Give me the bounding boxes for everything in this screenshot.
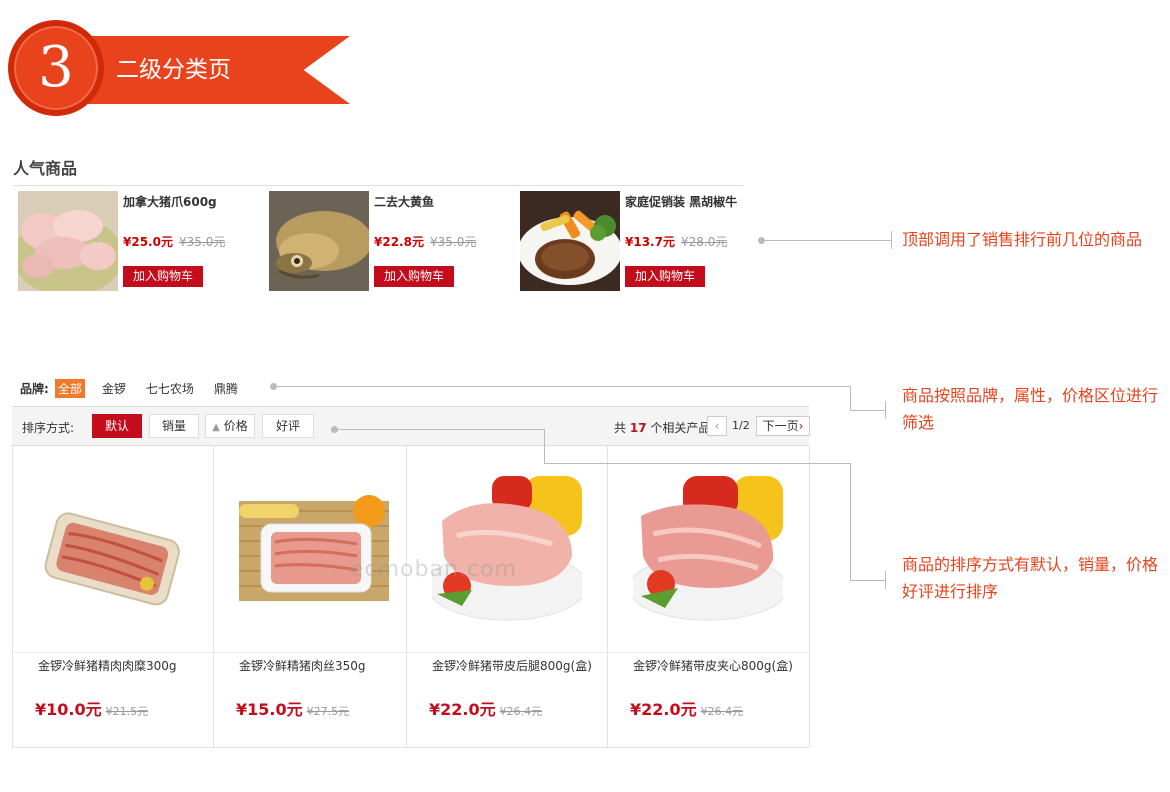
product-image-pepper-steak[interactable] (520, 191, 620, 291)
sort-price-button[interactable]: ▲ 价格 (205, 414, 255, 438)
annotation-dot (270, 383, 277, 390)
product-price: ¥13.7元 ¥28.0元 (625, 233, 727, 250)
price-original: ¥26.4元 (499, 705, 543, 718)
product-image-pig-trotter[interactable] (18, 191, 118, 291)
annotation-line (544, 463, 850, 464)
brand-option-qiqi-farm[interactable]: 七七农场 (143, 379, 197, 398)
product-name[interactable]: 加拿大猪爪600g (123, 193, 217, 210)
arrow-up-icon: ▲ (212, 422, 220, 433)
annotation-line (277, 386, 850, 387)
product-price: ¥22.0元 ¥26.4元 (429, 696, 542, 720)
step-banner: 二级分类页 3 (8, 18, 350, 118)
product-image-yellow-croaker[interactable] (269, 191, 369, 291)
price-original: ¥35.0元 (429, 235, 477, 249)
product-image-minced-pork[interactable] (38, 476, 188, 626)
price-current: ¥22.8元 (374, 235, 424, 249)
card-divider (608, 652, 809, 653)
product-name[interactable]: 二去大黄鱼 (374, 193, 434, 210)
popular-product: 二去大黄鱼 ¥22.8元 ¥35.0元 加入购物车 (269, 191, 519, 293)
product-card: 金锣冷鲜猪精肉肉糜300g ¥10.0元 ¥21.5元 (13, 446, 214, 748)
price-original: ¥35.0元 (178, 235, 226, 249)
price-original: ¥21.5元 (105, 705, 149, 718)
annotation-line (850, 410, 885, 411)
annotation-line (850, 463, 851, 580)
brand-option-all[interactable]: 全部 (54, 378, 85, 398)
product-price: ¥25.0元 ¥35.0元 (123, 233, 225, 250)
product-grid: 金锣冷鲜猪精肉肉糜300g ¥10.0元 ¥21.5元 金锣冷鲜精猪肉丝350g … (12, 446, 810, 748)
annotation-bracket (885, 401, 886, 419)
price-current: ¥15.0元 (236, 700, 303, 719)
product-name[interactable]: 金锣冷鲜猪带皮夹心800g(盒) (633, 657, 793, 675)
price-current: ¥22.0元 (429, 700, 496, 719)
product-name[interactable]: 家庭促销装 黑胡椒牛 (625, 193, 737, 210)
step-number-badge: 3 (8, 20, 104, 116)
card-divider (13, 652, 213, 653)
annotation-sort: 商品的排序方式有默认，销量，价格好评进行排序 (902, 555, 1159, 601)
product-image-shredded-pork[interactable] (239, 476, 389, 626)
product-name[interactable]: 金锣冷鲜猪精肉肉糜300g (38, 657, 198, 675)
step-number: 3 (38, 35, 74, 100)
annotation-popular: 顶部调用了销售排行前几位的商品 (902, 230, 1143, 249)
product-price: ¥15.0元 ¥27.5元 (236, 696, 349, 720)
sort-label: 排序方式: (22, 421, 75, 435)
product-price: ¥22.0元 ¥26.4元 (630, 696, 743, 720)
popular-product: 家庭促销装 黑胡椒牛 ¥13.7元 ¥28.0元 加入购物车 (520, 191, 770, 293)
price-original: ¥26.4元 (700, 705, 744, 718)
popular-divider (13, 185, 743, 186)
product-name[interactable]: 金锣冷鲜精猪肉丝350g (239, 657, 399, 675)
watermark: ecmoban.com (350, 557, 517, 582)
product-image-pork-shoulder[interactable] (633, 476, 783, 626)
annotation-filter: 商品按照品牌，属性，价格区位进行筛选 (902, 386, 1159, 432)
product-card: 金锣冷鲜猪带皮后腿800g(盒) ¥22.0元 ¥26.4元 (407, 446, 608, 748)
next-page-button[interactable]: 下一页› (756, 416, 810, 436)
card-divider (214, 652, 406, 653)
annotation-line (850, 580, 885, 581)
price-current: ¥22.0元 (630, 700, 697, 719)
brand-option-dingteng[interactable]: 鼎腾 (211, 379, 241, 398)
annotation-dot (331, 426, 338, 433)
product-name[interactable]: 金锣冷鲜猪带皮后腿800g(盒) (432, 657, 592, 675)
result-count-suffix: 个相关产品 (650, 421, 711, 435)
brand-filter-label: 品牌: (20, 381, 49, 396)
price-current: ¥10.0元 (35, 700, 102, 719)
next-page-label: 下一页 (762, 419, 799, 433)
annotation-line (850, 386, 851, 410)
annotation-line (544, 429, 545, 463)
price-current: ¥25.0元 (123, 235, 173, 249)
price-original: ¥28.0元 (680, 235, 728, 249)
popular-product: 加拿大猪爪600g ¥25.0元 ¥35.0元 加入购物车 (18, 191, 268, 293)
sort-rating-button[interactable]: 好评 (262, 414, 314, 438)
price-original: ¥27.5元 (306, 705, 350, 718)
result-count-number: 17 (629, 421, 647, 435)
annotation-dot (758, 237, 765, 244)
sort-bar: 排序方式: 默认 销量 ▲ 价格 好评 共 17 个相关产品 ‹ 1/2 下一页… (12, 406, 810, 446)
result-count: 共 17 个相关产品 (614, 419, 710, 436)
sort-price-label: 价格 (223, 419, 248, 433)
result-count-prefix: 共 (614, 421, 627, 435)
add-to-cart-button[interactable]: 加入购物车 (123, 266, 203, 287)
product-price: ¥22.8元 ¥35.0元 (374, 233, 476, 250)
annotation-line (338, 429, 544, 430)
annotation-line (765, 240, 891, 241)
chevron-right-icon: › (798, 419, 804, 433)
popular-heading: 人气商品 (13, 159, 78, 178)
price-current: ¥13.7元 (625, 235, 675, 249)
chevron-left-icon: ‹ (714, 419, 720, 433)
product-card: 金锣冷鲜精猪肉丝350g ¥15.0元 ¥27.5元 (214, 446, 407, 748)
product-price: ¥10.0元 ¥21.5元 (35, 696, 148, 720)
sort-default-button[interactable]: 默认 (92, 414, 142, 438)
banner-title: 二级分类页 (116, 57, 231, 83)
product-card: 金锣冷鲜猪带皮夹心800g(盒) ¥22.0元 ¥26.4元 (608, 446, 810, 748)
card-divider (407, 652, 607, 653)
add-to-cart-button[interactable]: 加入购物车 (374, 266, 454, 287)
page-indicator: 1/2 (732, 419, 750, 432)
prev-page-button[interactable]: ‹ (707, 416, 727, 436)
add-to-cart-button[interactable]: 加入购物车 (625, 266, 705, 287)
product-image-pork-leg[interactable] (432, 476, 582, 626)
annotation-bracket (885, 571, 886, 589)
annotation-bracket (891, 231, 892, 249)
brand-filter: 品牌: 全部 金锣 七七农场 鼎腾 (20, 378, 255, 398)
sort-sales-button[interactable]: 销量 (149, 414, 199, 438)
brand-option-jinluo[interactable]: 金锣 (99, 379, 129, 398)
